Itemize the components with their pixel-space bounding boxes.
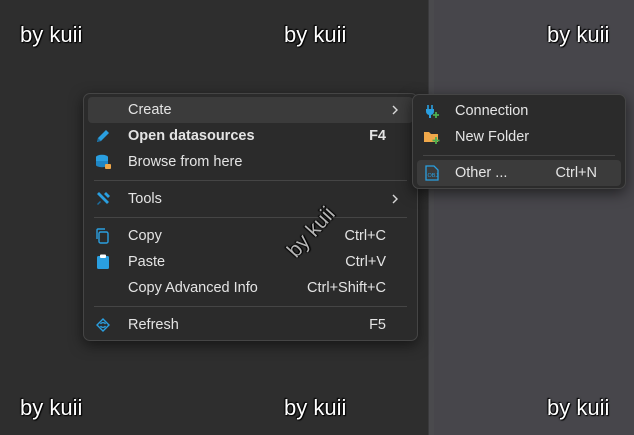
chevron-right-icon [389,103,401,117]
clipboard-icon [94,253,112,271]
menu-item-tools[interactable]: Tools [88,186,413,212]
menu-item-label: Create [128,102,172,118]
submenu-item-label: Connection [455,103,529,119]
menu-item-copy-advanced-info[interactable]: Copy Advanced Info Ctrl+Shift+C [88,275,413,301]
menu-item-label: Copy [128,228,162,244]
menu-item-shortcut: F4 [369,128,386,144]
create-submenu: Connection New Folder OBJ Other ... Ctrl… [412,94,626,189]
menu-item-label: Refresh [128,317,179,333]
menu-item-label: Tools [128,191,162,207]
menu-item-create[interactable]: Create [88,97,413,123]
submenu-item-shortcut: Ctrl+N [555,165,598,181]
watermark-text: by kuii [20,395,83,420]
menu-separator [94,180,407,181]
submenu-item-label: New Folder [455,129,530,145]
menu-item-refresh[interactable]: Refresh F5 [88,312,413,338]
menu-item-label: Copy Advanced Info [128,280,258,296]
menu-item-label: Paste [128,254,166,270]
watermark-text: by kuii [284,395,347,420]
submenu-item-new-folder[interactable]: New Folder [417,124,621,150]
menu-item-shortcut: Ctrl+Shift+C [307,280,386,296]
menu-item-shortcut: Ctrl+C [344,228,387,244]
submenu-item-label: Other ... [455,165,508,181]
submenu-item-connection[interactable]: Connection [417,98,621,124]
menu-item-label: Open datasources [128,128,255,144]
svg-text:OBJ: OBJ [428,173,439,179]
menu-item-shortcut: F5 [369,317,386,333]
menu-separator [94,217,407,218]
right-pane-background [434,0,634,435]
plug-add-icon [423,102,441,120]
pencil-icon [94,127,112,145]
menu-item-open-datasources[interactable]: Open datasources F4 [88,123,413,149]
menu-item-copy[interactable]: Copy Ctrl+C [88,223,413,249]
menu-item-shortcut: Ctrl+V [345,254,386,270]
menu-item-label: Browse from here [128,154,243,170]
folder-add-icon [423,128,441,146]
object-icon: OBJ [423,164,441,182]
refresh-icon [94,316,112,334]
copy-icon [94,227,112,245]
watermark-text: by kuii [547,22,610,47]
submenu-item-other[interactable]: OBJ Other ... Ctrl+N [417,160,621,186]
menu-separator [423,155,615,156]
tools-icon [94,190,112,208]
watermark-text: by kuii [20,22,83,47]
context-menu: Create Open datasources F4 Browse from h… [83,93,418,341]
menu-item-browse-from-here[interactable]: Browse from here [88,149,413,175]
database-icon [94,153,112,171]
watermark-text: by kuii [284,22,347,47]
chevron-right-icon [389,192,401,206]
watermark-text: by kuii [547,395,610,420]
menu-separator [94,306,407,307]
menu-item-paste[interactable]: Paste Ctrl+V [88,249,413,275]
